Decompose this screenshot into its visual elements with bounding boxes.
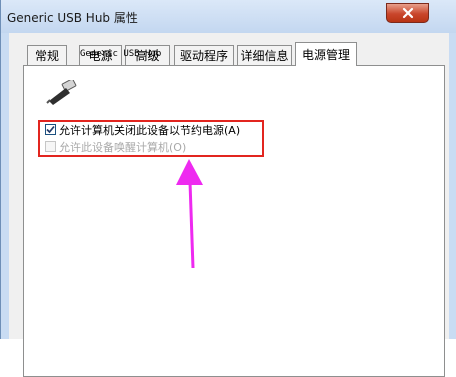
allow-wake-checkbox[interactable] <box>45 141 56 152</box>
close-button[interactable] <box>386 3 429 23</box>
tab-details[interactable]: 详细信息 <box>237 45 292 65</box>
tab-general[interactable]: 常规 <box>27 45 67 65</box>
usb-plug-icon <box>46 80 77 105</box>
allow-wake-label[interactable]: 允许此设备唤醒计算机(O) <box>59 139 186 155</box>
tab-driver[interactable]: 驱动程序 <box>174 45 234 65</box>
properties-dialog: Generic USB Hub 属性 常规 电源 高级 驱动程序 详细信息 电源… <box>0 0 456 377</box>
title-bar[interactable]: Generic USB Hub 属性 <box>1 0 456 33</box>
annotation-arrow <box>176 159 203 269</box>
tab-panel <box>23 65 445 377</box>
device-name: Generic USB Hub <box>80 49 162 59</box>
allow-power-off-label[interactable]: 允许计算机关闭此设备以节约电源(A) <box>59 122 240 138</box>
close-icon <box>402 7 413 19</box>
dialog-client-area: 常规 电源 高级 驱动程序 详细信息 电源管理 <box>9 33 449 377</box>
checkmark-icon <box>46 125 55 134</box>
window-title: Generic USB Hub 属性 <box>7 11 138 25</box>
allow-power-off-checkbox[interactable] <box>45 124 56 135</box>
tab-power-management[interactable]: 电源管理 <box>295 42 357 66</box>
